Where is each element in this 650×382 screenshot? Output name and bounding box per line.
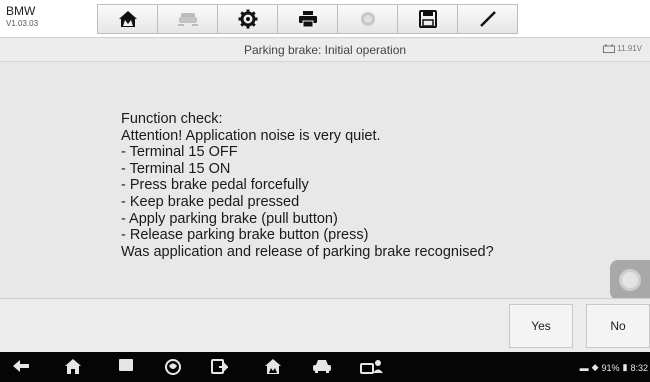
back-icon xyxy=(13,360,29,372)
vehicle-button[interactable] xyxy=(312,358,332,374)
system-nav-bar: ▬ ◆ 91% ▮ 8:32 xyxy=(0,352,650,382)
brand-name: BMW xyxy=(6,4,36,18)
message-area: Function check: Attention! Application n… xyxy=(0,62,650,300)
recent-apps-button[interactable] xyxy=(118,358,134,372)
android-home-button[interactable] xyxy=(64,358,82,375)
save-button[interactable] xyxy=(397,4,458,34)
diag-home-icon xyxy=(265,359,281,374)
browser-icon xyxy=(165,359,181,375)
floating-shortcut-button[interactable] xyxy=(610,260,650,300)
toolbar xyxy=(97,4,518,34)
vehicle-voltage: 11.91V xyxy=(603,44,642,53)
pen-icon xyxy=(479,11,496,27)
edit-button[interactable] xyxy=(457,4,518,34)
voltage-value: 11.91V xyxy=(617,44,642,53)
vci-icon xyxy=(211,359,228,374)
vci-button[interactable] xyxy=(210,358,228,376)
help-icon xyxy=(360,12,375,26)
message-line: - Release parking brake button (press) xyxy=(121,227,369,244)
battery-icon: ▮ xyxy=(622,362,628,372)
software-version: V1.03.03 xyxy=(6,19,39,28)
title-bar: Parking brake: Initial operation 11.91V xyxy=(0,38,650,62)
technician-icon xyxy=(360,360,383,374)
help-button[interactable] xyxy=(337,4,398,34)
home-icon xyxy=(65,359,81,374)
browser-button[interactable] xyxy=(164,358,182,376)
print-button[interactable] xyxy=(277,4,338,34)
battery-level: 91% xyxy=(601,362,620,373)
message-line: Function check: xyxy=(121,111,223,127)
brand-block: BMW V1.03.03 xyxy=(6,5,66,29)
home-icon xyxy=(118,11,137,27)
printer-icon xyxy=(298,11,317,28)
vehicle-swap-button[interactable] xyxy=(157,4,218,34)
message-line: - Press brake pedal forcefully xyxy=(121,177,309,194)
status-area: ▬ ◆ 91% ▮ 8:32 xyxy=(580,362,648,373)
car-battery-icon xyxy=(603,44,616,53)
recent-apps-icon xyxy=(119,359,133,371)
back-button[interactable] xyxy=(12,358,30,374)
message-line: - Terminal 15 OFF xyxy=(121,144,238,161)
vehicle-swap-icon xyxy=(177,13,198,26)
yes-button[interactable]: Yes xyxy=(509,304,573,348)
home-button[interactable] xyxy=(97,4,158,34)
page-title: Parking brake: Initial operation xyxy=(243,43,407,57)
message-line: - Keep brake pedal pressed xyxy=(121,193,300,210)
action-bar: Yes No xyxy=(0,298,650,352)
no-button[interactable]: No xyxy=(586,304,650,348)
floating-ring-icon xyxy=(619,269,641,291)
message-line: Attention! Application noise is very qui… xyxy=(121,127,381,144)
message-line: Was application and release of parking b… xyxy=(121,243,494,260)
message-icon: ▬ xyxy=(579,362,589,373)
save-icon xyxy=(418,10,437,28)
message-line: - Apply parking brake (pull button) xyxy=(121,210,338,227)
clock: 8:32 xyxy=(630,362,648,373)
car-icon xyxy=(313,360,331,373)
technician-button[interactable] xyxy=(360,358,384,375)
settings-button[interactable] xyxy=(217,4,278,34)
top-bar: BMW V1.03.03 xyxy=(0,0,650,38)
message-text: Function check: Attention! Application n… xyxy=(121,111,494,260)
message-line: - Terminal 15 ON xyxy=(121,160,231,177)
wifi-icon: ◆ xyxy=(591,362,599,372)
diag-home-button[interactable] xyxy=(264,358,282,375)
gear-icon xyxy=(238,9,257,29)
